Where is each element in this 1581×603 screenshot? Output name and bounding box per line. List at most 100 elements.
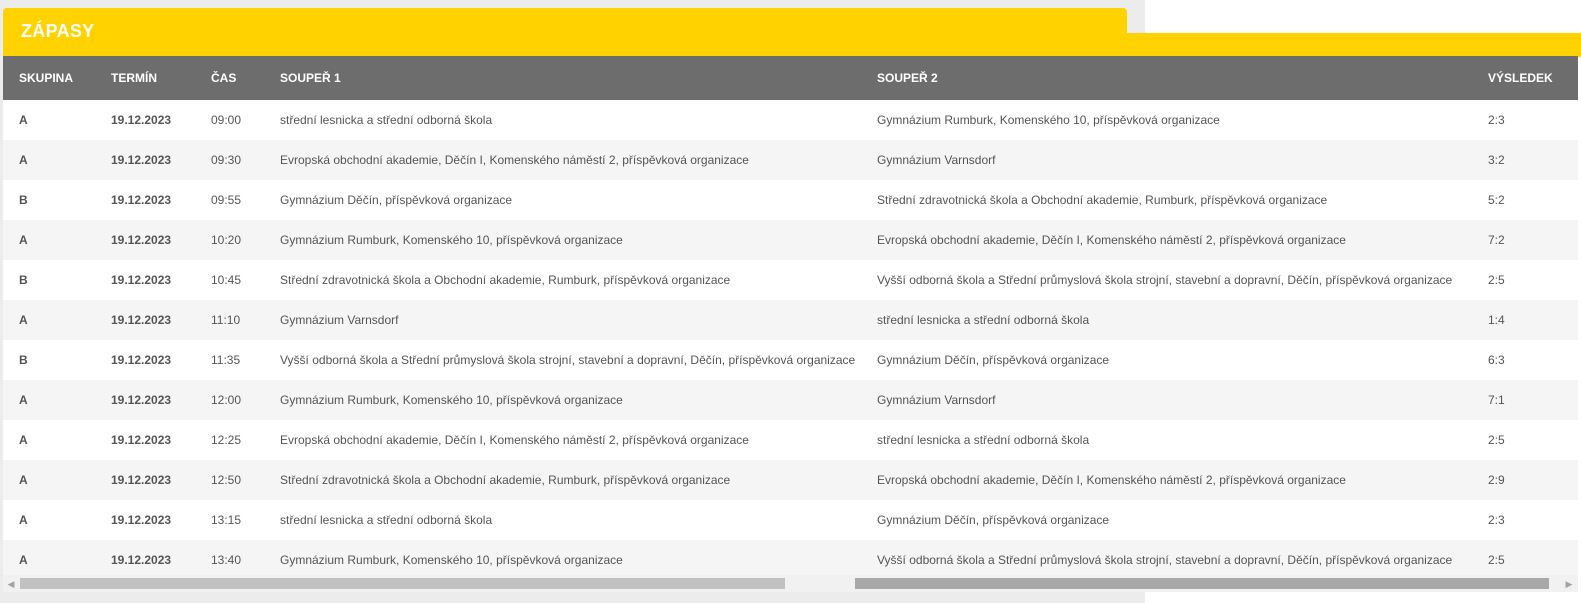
cell-time: 13:15 [211, 513, 242, 527]
table-body: A 19.12.2023 09:00 střední lesnicka a střed… [3, 100, 1578, 579]
cell-time: 11:10 [211, 313, 241, 327]
table-row[interactable]: A 19.12.2023 12:25 Evropská obchodní akadem… [3, 420, 1578, 460]
cell-result: 6:3 [1488, 353, 1505, 367]
cell-opponent-2: Evropská obchodní akademie, Děčín I, Kom… [877, 473, 1346, 487]
column-header-date[interactable]: TERMÍN [95, 56, 195, 100]
table-row[interactable]: A 19.12.2023 09:30 Evropská obchodní akadem… [3, 140, 1578, 180]
table-row[interactable]: B 19.12.2023 09:55 Gymnázium Děčín, příspěv… [3, 180, 1578, 220]
column-header-opponent-2[interactable]: SOUPEŘ 2 [861, 56, 1472, 100]
cell-date: 19.12.2023 [111, 513, 172, 527]
cell-group: B [19, 193, 28, 207]
cell-opponent-2: střední lesnicka a střední odborná škola [877, 313, 1090, 327]
cell-result: 5:2 [1488, 193, 1505, 207]
cell-date: 19.12.2023 [111, 433, 172, 447]
cell-time: 10:20 [211, 233, 242, 247]
cell-opponent-2: Gymnázium Varnsdorf [877, 153, 996, 167]
cell-opponent-1: Evropská obchodní akademie, Děčín I, Kom… [280, 153, 749, 167]
cell-opponent-1: střední lesnicka a střední odborná škola [280, 113, 493, 127]
cell-opponent-2: Střední zdravotnická škola a Obchodní ak… [877, 193, 1328, 207]
cell-group: A [19, 153, 28, 167]
section-tab: ZÁPASY [3, 8, 1127, 56]
cell-opponent-2: střední lesnicka a střední odborná škola [877, 433, 1090, 447]
cell-opponent-2: Vyšší odborná škola a Střední průmyslová… [877, 273, 1453, 287]
table-row[interactable]: B 19.12.2023 10:45 Střední zdravotnická ško… [3, 260, 1578, 300]
cell-group: A [19, 113, 28, 127]
cell-time: 12:00 [211, 393, 242, 407]
cell-group: A [19, 433, 28, 447]
cell-result: 2:9 [1488, 473, 1505, 487]
scroll-left-arrow-icon[interactable]: ◀ [5, 578, 17, 590]
cell-group: A [19, 553, 28, 567]
cell-time: 12:25 [211, 433, 242, 447]
cell-date: 19.12.2023 [111, 313, 172, 327]
cell-group: A [19, 313, 28, 327]
table-header: SKUPINA TERMÍN ČAS SOUPEŘ 1 SOUPEŘ 2 VÝS… [3, 56, 1578, 100]
header-row: SKUPINA TERMÍN ČAS SOUPEŘ 1 SOUPEŘ 2 VÝS… [3, 56, 1578, 100]
cell-opponent-1: Vyšší odborná škola a Střední průmyslová… [280, 353, 856, 367]
cell-time: 12:50 [211, 473, 242, 487]
cell-opponent-1: Střední zdravotnická škola a Obchodní ak… [280, 273, 731, 287]
cell-date: 19.12.2023 [111, 553, 172, 567]
cell-time: 11:35 [211, 353, 241, 367]
matches-table-container: SKUPINA TERMÍN ČAS SOUPEŘ 1 SOUPEŘ 2 VÝS… [3, 56, 1578, 579]
cell-time: 10:45 [211, 273, 242, 287]
cell-result: 7:2 [1488, 233, 1505, 247]
cell-result: 1:4 [1488, 313, 1505, 327]
cell-result: 2:5 [1488, 553, 1505, 567]
table-row[interactable]: A 19.12.2023 12:00 Gymnázium Rumburk, Komen… [3, 380, 1578, 420]
scrollbar-thumb-right[interactable] [855, 578, 1549, 589]
column-header-group[interactable]: SKUPINA [3, 56, 95, 100]
column-header-time[interactable]: ČAS [195, 56, 264, 100]
cell-date: 19.12.2023 [111, 273, 172, 287]
scroll-right-arrow-icon[interactable]: ▶ [1563, 578, 1575, 590]
cell-opponent-1: Gymnázium Varnsdorf [280, 313, 399, 327]
cell-group: A [19, 393, 28, 407]
cell-group: A [19, 473, 28, 487]
cell-group: B [19, 273, 28, 287]
cell-result: 2:3 [1488, 513, 1505, 527]
cell-group: A [19, 233, 28, 247]
table-row[interactable]: A 19.12.2023 12:50 Střední zdravotnická ško… [3, 460, 1578, 500]
column-header-opponent-1[interactable]: SOUPEŘ 1 [264, 56, 861, 100]
cell-date: 19.12.2023 [111, 393, 172, 407]
cell-opponent-2: Gymnázium Varnsdorf [877, 393, 996, 407]
cell-opponent-2: Evropská obchodní akademie, Děčín I, Kom… [877, 233, 1346, 247]
cell-opponent-1: Gymnázium Děčín, příspěvková organizace [280, 193, 513, 207]
table-row[interactable]: B 19.12.2023 11:35 Vyšší odborná škola a St… [3, 340, 1578, 380]
scrollbar-thumb-left[interactable] [20, 578, 785, 589]
cell-result: 2:3 [1488, 113, 1505, 127]
cell-time: 09:30 [211, 153, 242, 167]
cell-result: 3:2 [1488, 153, 1505, 167]
section-title: ZÁPASY [21, 21, 95, 41]
matches-table: SKUPINA TERMÍN ČAS SOUPEŘ 1 SOUPEŘ 2 VÝS… [3, 56, 1578, 579]
table-row[interactable]: A 19.12.2023 13:15 střední lesnicka a střed… [3, 500, 1578, 540]
table-row[interactable]: A 19.12.2023 11:10 Gymnázium Varnsdorf střed… [3, 300, 1578, 340]
cell-result: 7:1 [1488, 393, 1505, 407]
cell-date: 19.12.2023 [111, 233, 172, 247]
cell-opponent-2: Gymnázium Děčín, příspěvková organizace [877, 353, 1110, 367]
accent-bar [1126, 33, 1581, 57]
horizontal-scrollbar[interactable]: ◀ ▶ [3, 575, 1578, 592]
cell-time: 09:00 [211, 113, 242, 127]
table-row[interactable]: A 19.12.2023 09:00 střední lesnicka a střed… [3, 100, 1578, 140]
column-header-result[interactable]: VÝSLEDEK [1472, 56, 1578, 100]
cell-opponent-2: Vyšší odborná škola a Střední průmyslová… [877, 553, 1453, 567]
table-row[interactable]: A 19.12.2023 13:40 Gymnázium Rumburk, Komen… [3, 540, 1578, 579]
cell-opponent-2: Gymnázium Děčín, příspěvková organizace [877, 513, 1110, 527]
table-row[interactable]: A 19.12.2023 10:20 Gymnázium Rumburk, Komen… [3, 220, 1578, 260]
cell-opponent-1: Gymnázium Rumburk, Komenského 10, příspě… [280, 393, 623, 407]
cell-result: 2:5 [1488, 433, 1505, 447]
cell-date: 19.12.2023 [111, 113, 172, 127]
cell-opponent-1: střední lesnicka a střední odborná škola [280, 513, 493, 527]
cell-date: 19.12.2023 [111, 153, 172, 167]
cell-result: 2:5 [1488, 273, 1505, 287]
cell-group: A [19, 513, 28, 527]
cell-group: B [19, 353, 28, 367]
cell-opponent-2: Gymnázium Rumburk, Komenského 10, příspě… [877, 113, 1220, 127]
cell-date: 19.12.2023 [111, 193, 172, 207]
cell-time: 13:40 [211, 553, 242, 567]
cell-opponent-1: Evropská obchodní akademie, Děčín I, Kom… [280, 433, 749, 447]
cell-time: 09:55 [211, 193, 242, 207]
cell-opponent-1: Gymnázium Rumburk, Komenského 10, příspě… [280, 553, 623, 567]
cell-date: 19.12.2023 [111, 353, 172, 367]
